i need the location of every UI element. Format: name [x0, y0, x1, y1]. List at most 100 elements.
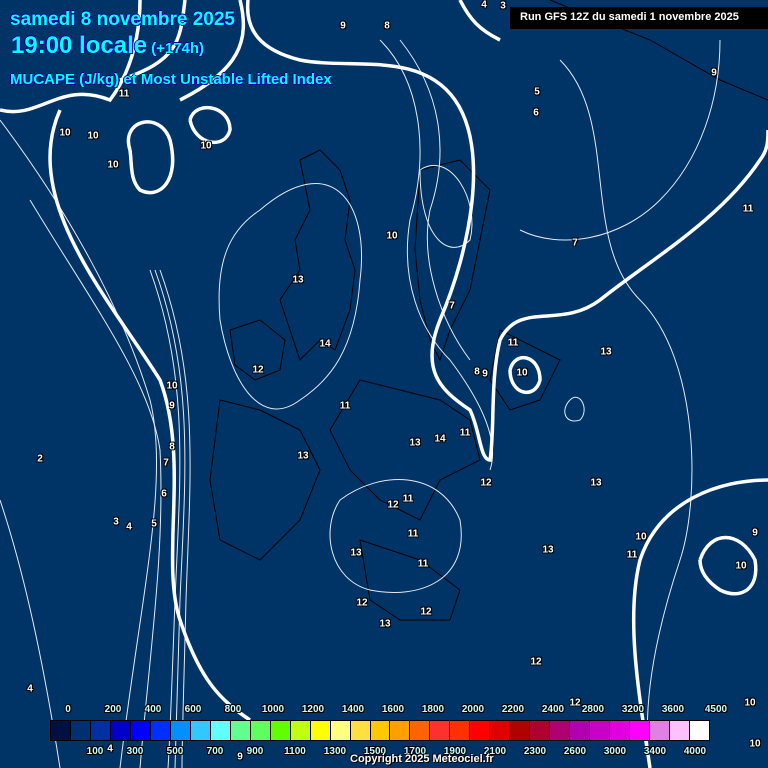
legend-label-bottom: 2300	[523, 746, 547, 757]
contour-label: 4	[126, 521, 132, 533]
legend-label-bottom: 900	[246, 746, 264, 757]
coastlines	[209, 0, 768, 621]
contour-label: 11	[417, 558, 429, 570]
contour-label: 3	[113, 516, 119, 528]
legend-label-top: 2200	[501, 704, 525, 715]
contour-label: 10	[200, 140, 212, 152]
contour-label: 11	[118, 88, 130, 100]
contour-label: 10	[516, 367, 528, 379]
legend-label-top: 400	[144, 704, 162, 715]
legend-swatch	[130, 721, 151, 740]
contour-label: 12	[530, 656, 542, 668]
contour-label: 7	[163, 457, 169, 469]
legend-swatch	[530, 721, 551, 740]
legend-swatch	[110, 721, 131, 740]
contour-label: 11	[459, 427, 471, 439]
legend-swatch	[90, 721, 111, 740]
contour-label: 12	[569, 697, 581, 709]
legend-label-top: 0	[65, 704, 71, 715]
contour-label: 9	[169, 400, 175, 412]
contour-label: 6	[533, 107, 539, 119]
legend-label-bottom: 2600	[563, 746, 587, 757]
contour-label: 10	[107, 159, 119, 171]
contour-label: 4	[27, 683, 33, 695]
contour-label: 11	[507, 337, 519, 349]
legend-swatch	[390, 721, 411, 740]
contour-label: 9	[482, 368, 488, 380]
contour-label: 2	[37, 453, 43, 465]
contour-label: 9	[711, 67, 717, 79]
contour-label: 9	[237, 751, 243, 763]
legend-swatch	[210, 721, 231, 740]
contour-label: 4	[107, 743, 113, 755]
legend-label-top: 1600	[381, 704, 405, 715]
contour-label: 11	[626, 549, 638, 561]
legend-swatch	[590, 721, 611, 740]
legend-swatch	[230, 721, 251, 740]
legend-swatch	[310, 721, 331, 740]
forecast-date: samedi 8 novembre 2025	[10, 9, 235, 30]
thin-contours	[0, 39, 721, 768]
legend-swatch	[550, 721, 571, 740]
contour-label: 12	[356, 597, 368, 609]
product-title: MUCAPE (J/kg) et Most Unstable Lifted In…	[10, 71, 332, 88]
contour-label: 13	[379, 618, 391, 630]
legend-swatch	[410, 721, 431, 740]
forecast-offset: (+174h)	[151, 40, 205, 57]
contour-label: 10	[635, 531, 647, 543]
legend-label-top: 3200	[621, 704, 645, 715]
contour-label: 9	[340, 20, 346, 32]
contour-label: 7	[449, 300, 455, 312]
contour-label: 8	[384, 20, 390, 32]
legend-swatch	[330, 721, 351, 740]
legend-swatch	[570, 721, 591, 740]
contour-label: 10	[749, 738, 761, 750]
legend-swatch	[270, 721, 291, 740]
contour-label: 5	[151, 518, 157, 530]
legend-label-top: 600	[184, 704, 202, 715]
legend-swatch	[650, 721, 671, 740]
contour-label: 12	[420, 606, 432, 618]
legend-swatch	[150, 721, 171, 740]
contour-label: 10	[59, 127, 71, 139]
legend-label-bottom: 3000	[603, 746, 627, 757]
legend-label-top: 3600	[661, 704, 685, 715]
contour-label: 13	[350, 547, 362, 559]
map-canvas	[0, 0, 768, 768]
legend-swatch	[490, 721, 511, 740]
legend-label-top: 2400	[541, 704, 565, 715]
contour-label: 10	[744, 697, 756, 709]
contour-label: 13	[409, 437, 421, 449]
contour-label: 6	[161, 488, 167, 500]
legend-swatch	[250, 721, 271, 740]
contour-label: 7	[572, 237, 578, 249]
legend-label-bottom: 4000	[683, 746, 707, 757]
contour-label: 13	[600, 346, 612, 358]
run-info: Run GFS 12Z du samedi 1 novembre 2025	[510, 7, 768, 29]
legend-label-top: 4500	[704, 704, 728, 715]
contour-label: 11	[742, 203, 754, 215]
legend-label-top: 2800	[581, 704, 605, 715]
contour-label: 5	[534, 86, 540, 98]
contour-label: 13	[292, 274, 304, 286]
legend-label-top: 1400	[341, 704, 365, 715]
contour-label: 13	[590, 477, 602, 489]
legend-swatch	[430, 721, 451, 740]
contour-label: 10	[166, 380, 178, 392]
contour-label: 10	[386, 230, 398, 242]
contour-label: 12	[387, 499, 399, 511]
contour-label: 14	[319, 338, 331, 350]
contour-label: 11	[407, 528, 419, 540]
legend-label-top: 2000	[461, 704, 485, 715]
legend-swatch	[470, 721, 491, 740]
contour-label: 12	[480, 477, 492, 489]
legend-swatch	[450, 721, 471, 740]
legend-swatch	[290, 721, 311, 740]
contour-label: 4	[481, 0, 487, 11]
legend-swatch	[70, 721, 91, 740]
legend-label-bottom: 1100	[284, 746, 306, 757]
contour-label: 10	[735, 560, 747, 572]
local-time: 19:00 locale	[11, 32, 148, 59]
legend-label-bottom: 500	[166, 746, 184, 757]
contour-label: 8	[474, 366, 480, 378]
